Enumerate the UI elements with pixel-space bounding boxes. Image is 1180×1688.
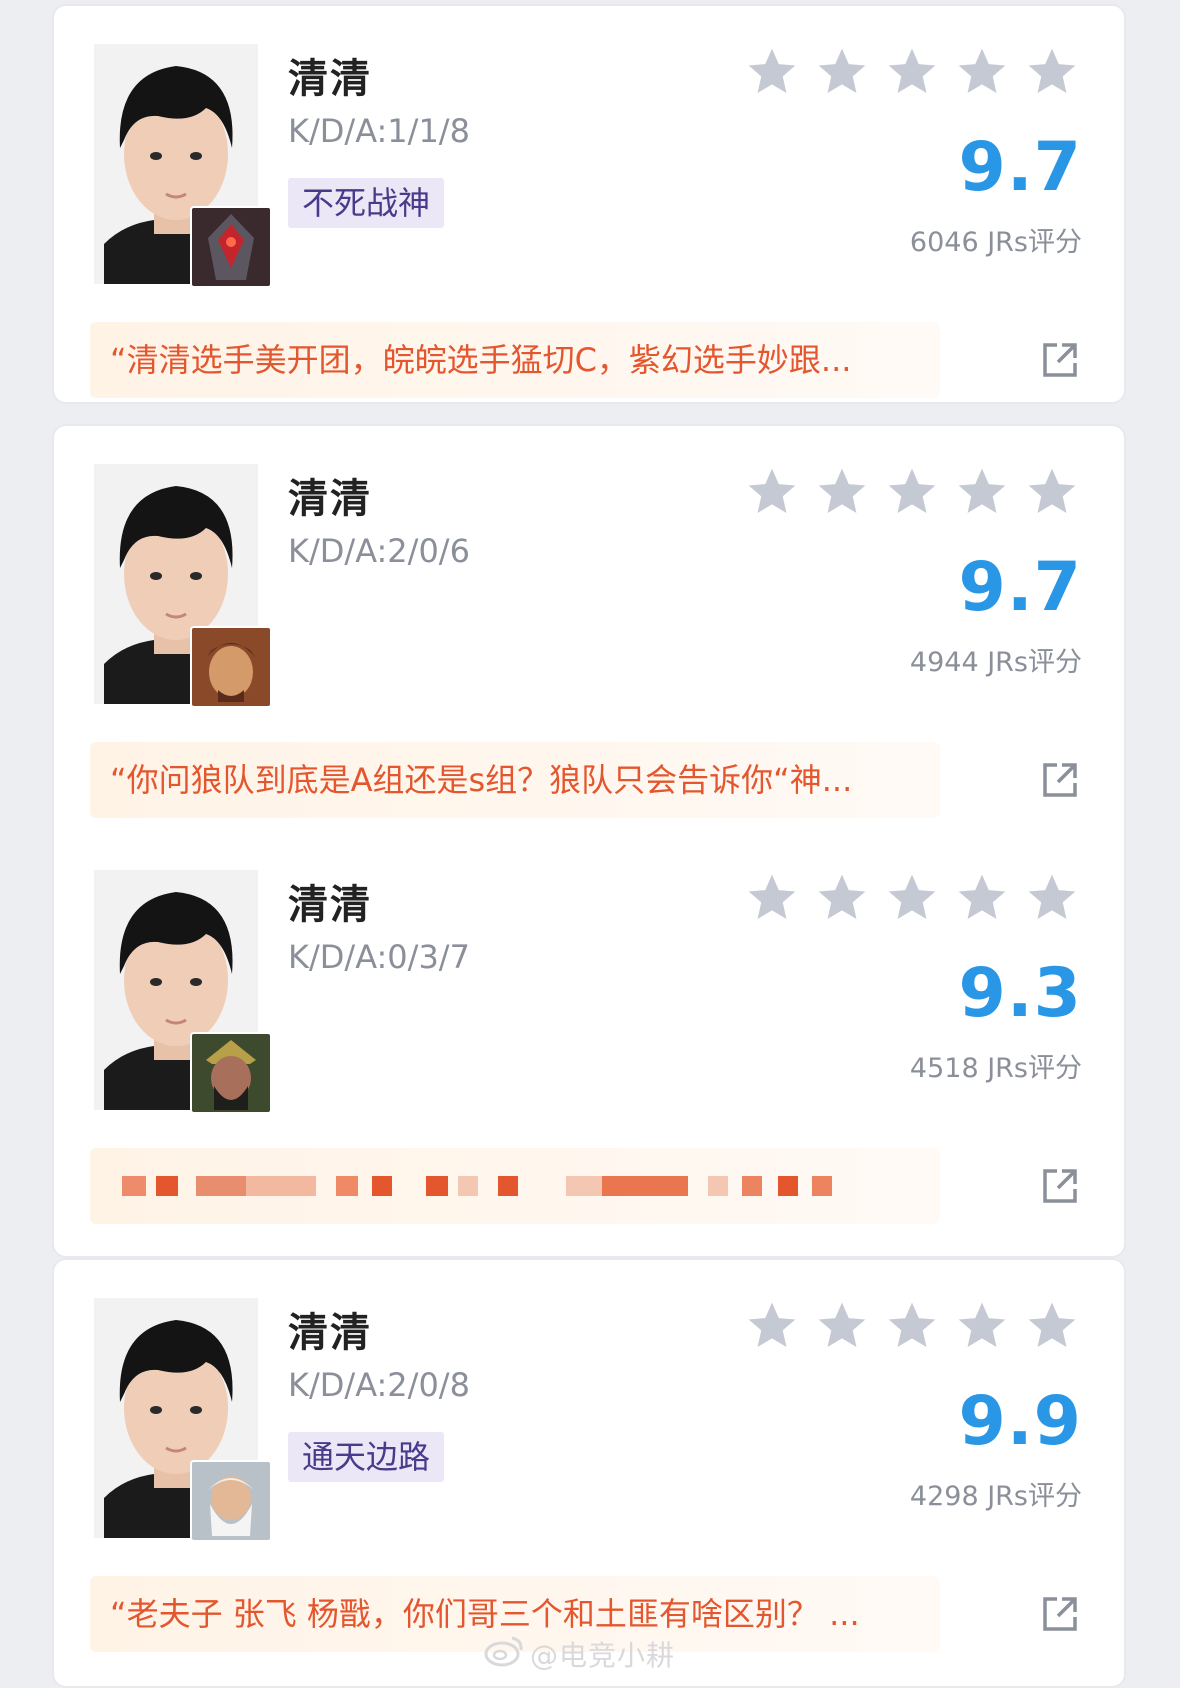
player-tag: 通天边路 (288, 1432, 445, 1482)
rating-score: 9.7 (958, 548, 1082, 627)
star-icon[interactable] (744, 1298, 800, 1354)
blurred-comment-icon (122, 1176, 862, 1196)
share-icon[interactable] (1040, 1594, 1080, 1634)
star-icon[interactable] (814, 1298, 870, 1354)
star-icon[interactable] (744, 464, 800, 520)
player-avatar (94, 870, 272, 1114)
general-hero-icon (190, 1032, 272, 1114)
player-entry[interactable]: 清清 K/D/A:2/0/8 通天边路 9.9 4298 JRs评分 “老夫子 … (54, 1260, 1124, 1652)
rating-card-1: 清清 K/D/A:1/1/8 不死战神 9.7 6046 JRs评分 “清清选手… (52, 4, 1126, 404)
rating-score: 9.7 (958, 128, 1082, 207)
rating-count: 4298 JRs评分 (909, 1481, 1082, 1512)
hot-comment-text: “你问狼队到底是A组还是s组？狼队只会告诉你“神... (110, 761, 853, 799)
kda-stats: K/D/A:0/3/7 (288, 938, 470, 976)
star-icon[interactable] (1024, 870, 1080, 926)
player-avatar (94, 1298, 272, 1542)
star-rating[interactable] (744, 464, 1080, 520)
weibo-logo-icon (484, 1636, 523, 1667)
star-icon[interactable] (884, 464, 940, 520)
rating-score: 9.9 (958, 1382, 1082, 1461)
dark-armored-hero-icon (190, 206, 272, 288)
rating-card-2: 清清 K/D/A:2/0/6 9.7 4944 JRs评分 “你问狼队到底是A组… (52, 424, 1126, 1258)
hot-comment-bar[interactable] (90, 1148, 940, 1224)
star-rating[interactable] (744, 44, 1080, 100)
player-avatar (94, 44, 272, 288)
kda-stats: K/D/A:2/0/8 (288, 1366, 470, 1404)
star-icon[interactable] (814, 870, 870, 926)
star-icon[interactable] (814, 464, 870, 520)
rating-score: 9.3 (958, 954, 1082, 1033)
star-icon[interactable] (1024, 1298, 1080, 1354)
watermark-text: @电竞小耕 (530, 1639, 676, 1672)
star-icon[interactable] (884, 1298, 940, 1354)
share-icon[interactable] (1040, 340, 1080, 380)
player-entry[interactable]: 清清 K/D/A:2/0/6 9.7 4944 JRs评分 “你问狼队到底是A组… (54, 426, 1124, 818)
star-icon[interactable] (744, 870, 800, 926)
player-avatar (94, 464, 272, 708)
star-icon[interactable] (1024, 44, 1080, 100)
player-entry[interactable]: 清清 K/D/A:1/1/8 不死战神 9.7 6046 JRs评分 “清清选手… (54, 6, 1124, 398)
hot-comment-bar[interactable]: “清清选手美开团，皖皖选手猛切C，紫幻选手妙跟... (90, 322, 940, 398)
rating-card-3: 清清 K/D/A:2/0/8 通天边路 9.9 4298 JRs评分 “老夫子 … (52, 1258, 1126, 1688)
share-icon[interactable] (1040, 1166, 1080, 1206)
old-master-hero-icon (190, 1460, 272, 1542)
player-name: 清清 (288, 1310, 372, 1356)
rating-count: 6046 JRs评分 (909, 227, 1082, 258)
star-icon[interactable] (954, 464, 1010, 520)
kda-stats: K/D/A:2/0/6 (288, 532, 470, 570)
star-icon[interactable] (954, 1298, 1010, 1354)
player-name: 清清 (288, 476, 372, 522)
player-name: 清清 (288, 882, 372, 928)
star-rating[interactable] (744, 870, 1080, 926)
rating-count: 4944 JRs评分 (909, 647, 1082, 678)
star-rating[interactable] (744, 1298, 1080, 1354)
player-tag: 不死战神 (288, 178, 445, 228)
star-icon[interactable] (884, 870, 940, 926)
kda-stats: K/D/A:1/1/8 (288, 112, 470, 150)
player-entry[interactable]: 清清 K/D/A:0/3/7 9.3 4518 JRs评分 (54, 832, 1124, 1224)
star-icon[interactable] (814, 44, 870, 100)
star-icon[interactable] (954, 870, 1010, 926)
star-icon[interactable] (1024, 464, 1080, 520)
share-icon[interactable] (1040, 760, 1080, 800)
warrior-hero-icon (190, 626, 272, 708)
star-icon[interactable] (884, 44, 940, 100)
star-icon[interactable] (954, 44, 1010, 100)
hot-comment-text: “清清选手美开团，皖皖选手猛切C，紫幻选手妙跟... (110, 341, 852, 379)
rating-count: 4518 JRs评分 (909, 1053, 1082, 1084)
hot-comment-bar[interactable]: “你问狼队到底是A组还是s组？狼队只会告诉你“神... (90, 742, 940, 818)
player-name: 清清 (288, 56, 372, 102)
star-icon[interactable] (744, 44, 800, 100)
